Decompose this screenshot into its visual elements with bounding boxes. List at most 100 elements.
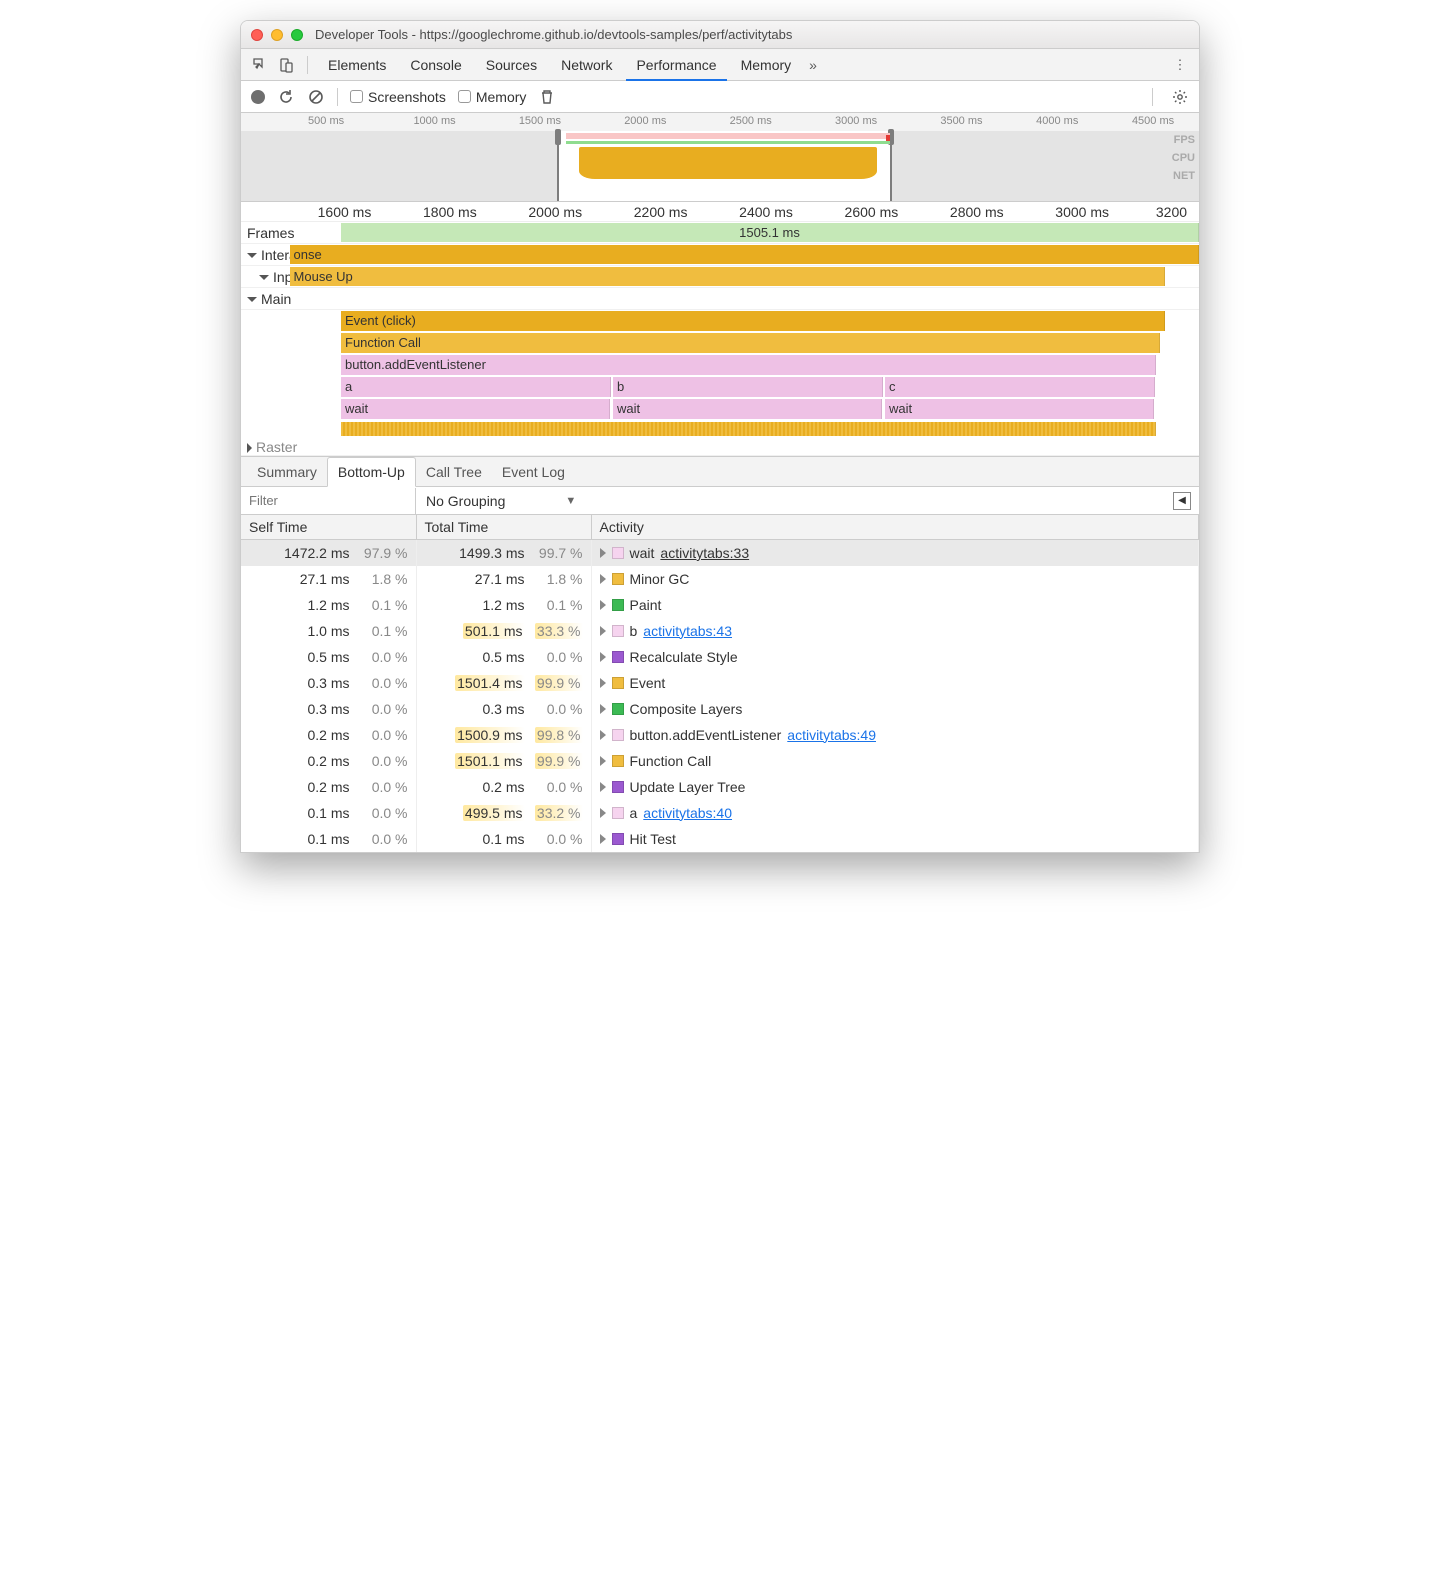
tab-bottom-up[interactable]: Bottom-Up	[327, 457, 416, 487]
more-tabs-icon[interactable]: »	[809, 57, 817, 73]
close-icon[interactable]	[251, 29, 263, 41]
table-row[interactable]: 1.2 ms0.1 % 1.2 ms0.1 % Paint	[241, 592, 1199, 618]
table-row[interactable]: 27.1 ms1.8 % 27.1 ms1.8 % Minor GC	[241, 566, 1199, 592]
tick: 2600 ms	[845, 202, 899, 222]
perf-toolbar: Screenshots Memory	[241, 81, 1199, 113]
chevron-down-icon[interactable]	[259, 275, 269, 280]
col-activity[interactable]: Activity	[591, 515, 1199, 540]
tab-event-log[interactable]: Event Log	[492, 458, 575, 486]
wait-bar[interactable]: wait	[341, 399, 610, 419]
chevron-right-icon[interactable]	[600, 782, 606, 792]
tab-sources[interactable]: Sources	[476, 49, 547, 81]
activity-name: Recalculate Style	[630, 649, 738, 665]
col-self-time[interactable]: Self Time	[241, 515, 416, 540]
table-row[interactable]: 0.2 ms0.0 % 1500.9 ms99.8 % button.addEv…	[241, 722, 1199, 748]
device-icon[interactable]	[275, 54, 297, 76]
chevron-right-icon[interactable]	[600, 704, 606, 714]
b-bar[interactable]: b	[613, 377, 883, 397]
table-row[interactable]: 0.1 ms0.0 % 499.5 ms33.2 % aactivitytabs…	[241, 800, 1199, 826]
separator	[307, 56, 308, 74]
color-swatch	[612, 781, 624, 793]
main-row[interactable]: Main	[241, 288, 1199, 310]
inspect-icon[interactable]	[249, 54, 271, 76]
chevron-right-icon[interactable]	[600, 834, 606, 844]
clear-icon[interactable]	[307, 88, 325, 106]
table-row[interactable]: 0.2 ms0.0 % 0.2 ms0.0 % Update Layer Tre…	[241, 774, 1199, 800]
source-link[interactable]: activitytabs:49	[787, 727, 876, 743]
activity-name: a	[630, 805, 638, 821]
table-row[interactable]: 0.1 ms0.0 % 0.1 ms0.0 % Hit Test	[241, 826, 1199, 852]
chevron-right-icon[interactable]	[600, 808, 606, 818]
frame-bar[interactable]: 1505.1 ms	[341, 223, 1199, 242]
input-row[interactable]: Input Mouse Up	[241, 266, 1199, 288]
tab-call-tree[interactable]: Call Tree	[416, 458, 492, 486]
table-row[interactable]: 0.2 ms0.0 % 1501.1 ms99.9 % Function Cal…	[241, 748, 1199, 774]
tick: 2000 ms	[528, 202, 582, 222]
frames-row[interactable]: Frames 1505.1 ms	[241, 222, 1199, 244]
source-link[interactable]: activitytabs:43	[643, 623, 732, 639]
memory-checkbox[interactable]: Memory	[458, 89, 527, 105]
c-bar[interactable]: c	[885, 377, 1155, 397]
tab-memory[interactable]: Memory	[731, 49, 802, 81]
gear-icon[interactable]	[1171, 88, 1189, 106]
tab-performance[interactable]: Performance	[626, 49, 726, 81]
table-row[interactable]: 1472.2 ms97.9 % 1499.3 ms99.7 % waitacti…	[241, 540, 1199, 566]
wait-bar[interactable]: wait	[613, 399, 882, 419]
trash-icon[interactable]	[538, 88, 556, 106]
raster-row[interactable]: Raster	[241, 438, 1199, 456]
overview-body[interactable]: FPS CPU NET	[241, 131, 1199, 201]
tick: 1800 ms	[423, 202, 477, 222]
overview-dim-right	[892, 131, 1199, 201]
a-bar[interactable]: a	[341, 377, 611, 397]
overview-selection[interactable]	[557, 131, 892, 201]
tab-elements[interactable]: Elements	[318, 49, 396, 81]
chevron-right-icon[interactable]	[600, 548, 606, 558]
gc-bars[interactable]	[341, 422, 1156, 436]
filter-input[interactable]	[241, 488, 416, 514]
input-bar[interactable]: Mouse Up	[290, 267, 1165, 286]
color-swatch	[612, 833, 624, 845]
fcall-bar[interactable]: Function Call	[341, 333, 1160, 353]
record-button[interactable]	[251, 90, 265, 104]
chevron-right-icon[interactable]	[600, 730, 606, 740]
stack-row: Function Call	[241, 332, 1199, 354]
chevron-right-icon[interactable]	[600, 574, 606, 584]
chevron-right-icon[interactable]	[600, 600, 606, 610]
flame-chart[interactable]: 1600 ms 1800 ms 2000 ms 2200 ms 2400 ms …	[241, 202, 1199, 457]
raster-label: Raster	[241, 439, 341, 455]
grouping-select[interactable]: No Grouping ▼	[416, 493, 586, 509]
chevron-right-icon[interactable]	[600, 756, 606, 766]
checkbox-icon	[458, 90, 471, 103]
tab-summary[interactable]: Summary	[247, 458, 327, 486]
screenshots-checkbox[interactable]: Screenshots	[350, 89, 446, 105]
source-link[interactable]: activitytabs:33	[660, 545, 749, 561]
chevron-right-icon[interactable]	[600, 626, 606, 636]
color-swatch	[612, 599, 624, 611]
overview-pane[interactable]: 500 ms 1000 ms 1500 ms 2000 ms 2500 ms 3…	[241, 113, 1199, 202]
kebab-menu-icon[interactable]: ⋮	[1169, 54, 1191, 76]
chevron-right-icon[interactable]	[600, 652, 606, 662]
grouping-label: No Grouping	[426, 493, 505, 509]
table-row[interactable]: 1.0 ms0.1 % 501.1 ms33.3 % bactivitytabs…	[241, 618, 1199, 644]
minimize-icon[interactable]	[271, 29, 283, 41]
table-row[interactable]: 0.3 ms0.0 % 1501.4 ms99.9 % Event	[241, 670, 1199, 696]
table-row[interactable]: 0.5 ms0.0 % 0.5 ms0.0 % Recalculate Styl…	[241, 644, 1199, 670]
tab-console[interactable]: Console	[400, 49, 471, 81]
col-total-time[interactable]: Total Time	[416, 515, 591, 540]
listener-bar[interactable]: button.addEventListener	[341, 355, 1156, 375]
heaviest-stack-icon[interactable]: ◀	[1173, 492, 1191, 510]
zoom-icon[interactable]	[291, 29, 303, 41]
chevron-right-icon[interactable]	[600, 678, 606, 688]
interaction-bar[interactable]: onse	[290, 245, 1199, 264]
table-row[interactable]: 0.3 ms0.0 % 0.3 ms0.0 % Composite Layers	[241, 696, 1199, 722]
interactions-row[interactable]: Interactions onse	[241, 244, 1199, 266]
wait-bar[interactable]: wait	[885, 399, 1154, 419]
chevron-down-icon[interactable]	[247, 297, 257, 302]
chevron-right-icon[interactable]	[247, 443, 252, 453]
reload-icon[interactable]	[277, 88, 295, 106]
tab-network[interactable]: Network	[551, 49, 622, 81]
event-bar[interactable]: Event (click)	[341, 311, 1165, 331]
chevron-down-icon[interactable]	[247, 253, 257, 258]
source-link[interactable]: activitytabs:40	[643, 805, 732, 821]
selection-handle-left[interactable]	[555, 129, 561, 145]
